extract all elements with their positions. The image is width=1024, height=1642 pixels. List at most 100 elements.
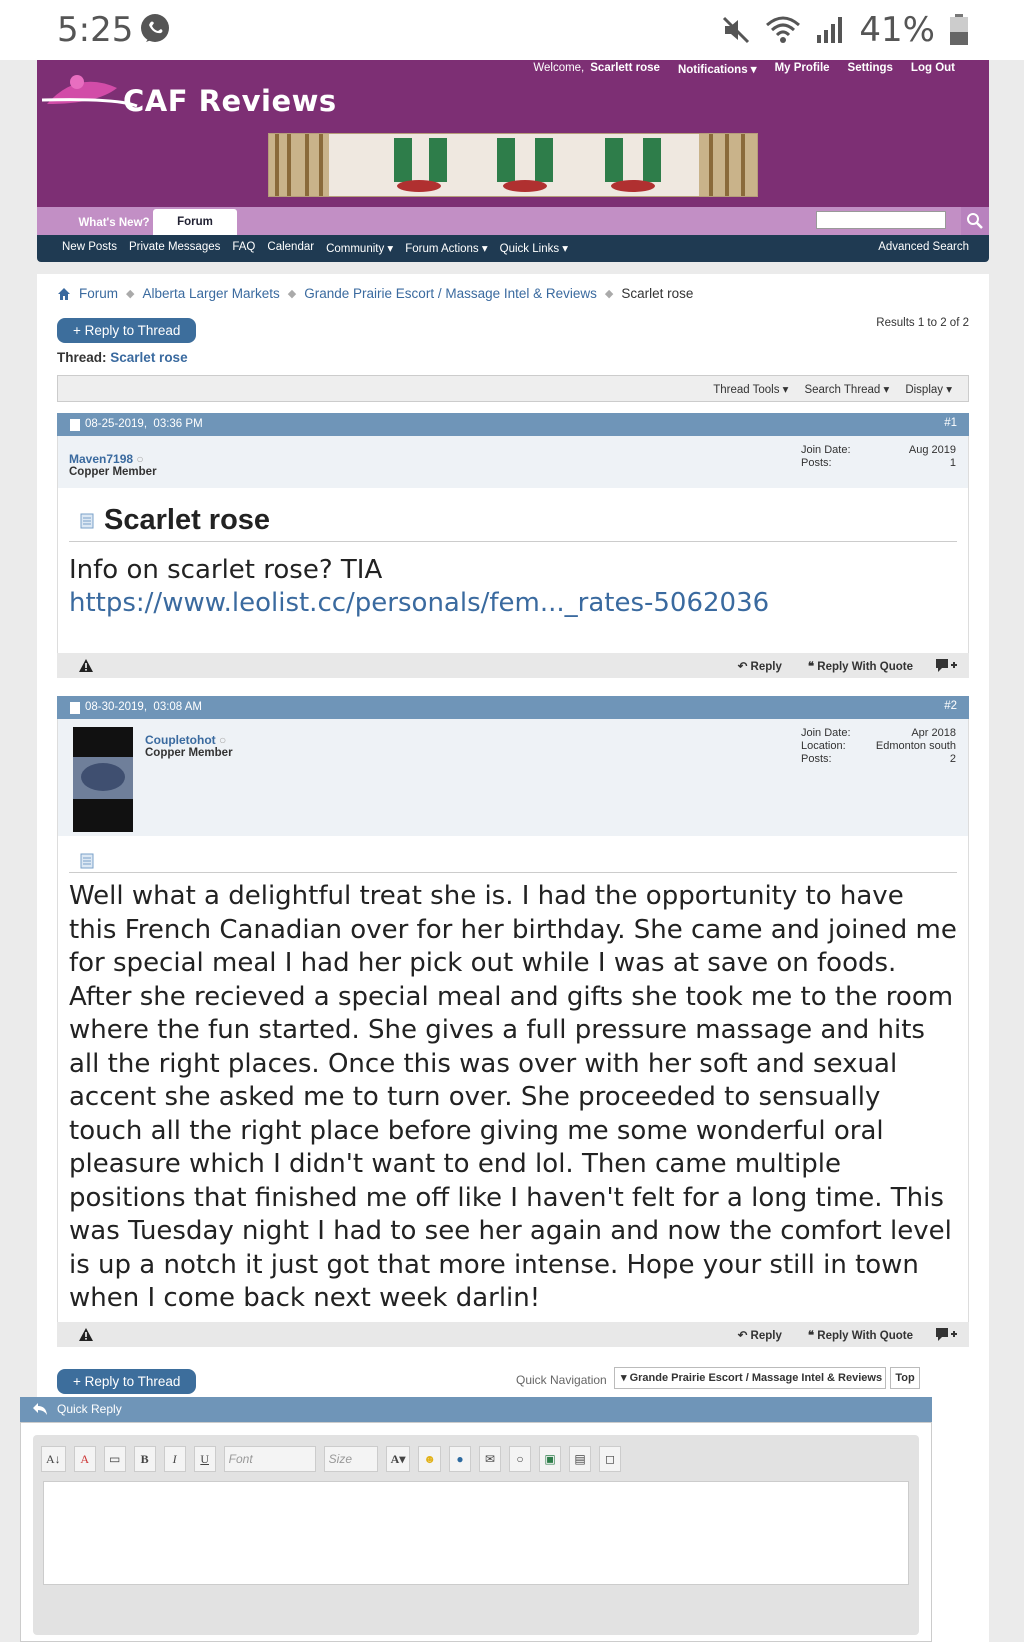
paste-icon[interactable]: ▭	[103, 1446, 126, 1472]
thread-tool-search-thread[interactable]: Search Thread ▾	[804, 382, 889, 396]
top-button[interactable]: Top	[890, 1367, 920, 1389]
thread-label: Thread:	[57, 350, 107, 365]
post-number-link[interactable]: #1	[944, 417, 957, 429]
underline-button[interactable]: U	[193, 1446, 216, 1472]
battery-icon	[950, 14, 968, 45]
subnav-item-quick-links[interactable]: Quick Links ▾	[500, 241, 568, 255]
font-select[interactable]: Font	[223, 1446, 316, 1472]
home-icon[interactable]	[57, 287, 71, 301]
signal-icon	[817, 17, 843, 43]
post-status-icon	[70, 702, 80, 714]
post-user-stats: Join Date: Aug 2019 Posts: 1	[801, 444, 956, 470]
user-stat-value: 2	[949, 753, 956, 765]
reply-to-thread-button[interactable]: + Reply to Thread	[57, 318, 197, 343]
thread-title-link[interactable]: Scarlet rose	[110, 350, 187, 365]
multi-quote-icon[interactable]	[935, 658, 957, 674]
unlink-icon[interactable]: ○	[509, 1446, 532, 1472]
quote-icon: ❝	[807, 661, 815, 673]
post-number-link[interactable]: #2	[944, 700, 957, 712]
notifications-label: Notifications	[677, 64, 748, 76]
quick-navigation-select[interactable]: ▾ Grande Prairie Escort / Massage Intel …	[614, 1367, 886, 1389]
remove-format-icon[interactable]: A	[73, 1446, 96, 1472]
user-stat-value: Aug 2019	[908, 444, 956, 456]
reply-arrow-icon	[33, 1403, 47, 1415]
quick-reply-header: Quick Reply	[20, 1397, 932, 1422]
post-header: 08-30-2019, 03:08 AM #2	[57, 696, 969, 719]
user-stat-value: Apr 2018	[911, 727, 956, 739]
breadcrumb-link[interactable]: Forum	[79, 286, 118, 301]
email-icon[interactable]: ✉	[479, 1446, 502, 1472]
post-title: Scarlet rose	[104, 504, 271, 536]
quick-reply-box: A↓ A ▭ B I U Font Size A▾ ☻ ● ✉ ○ ▣ ▤ ◻	[20, 1422, 932, 1642]
post-user-rank: Copper Member	[69, 466, 157, 478]
chevron-down-icon: ▾	[621, 1372, 627, 1384]
italic-button[interactable]: I	[163, 1446, 186, 1472]
text-color-icon[interactable]: A↓	[41, 1446, 66, 1472]
report-icon[interactable]	[79, 659, 93, 672]
breadcrumb-separator-icon: ◆	[604, 288, 614, 300]
logout-link[interactable]: Log Out	[911, 62, 955, 76]
user-stat-row: Location: Edmonton south	[801, 740, 956, 753]
link-icon[interactable]: ●	[449, 1446, 472, 1472]
user-stat-label: Posts:	[801, 457, 832, 469]
reply-with-quote-button[interactable]: ❝ Reply With Quote	[808, 1328, 913, 1342]
tab-forum[interactable]: Forum	[153, 209, 237, 235]
font-color-button[interactable]: A▾	[385, 1446, 411, 1472]
my-profile-link[interactable]: My Profile	[775, 62, 830, 76]
thread-tool-thread-tools[interactable]: Thread Tools ▾	[713, 382, 788, 396]
subnav-item-faq[interactable]: FAQ	[232, 241, 255, 255]
user-stat-value: Edmonton south	[875, 740, 956, 752]
search-button[interactable]	[961, 207, 989, 235]
post-user-stats: Join Date: Apr 2018 Location: Edmonton sout…	[801, 727, 956, 766]
post-userinfo: Coupletohot ○ Copper Member Join Date: Ap…	[57, 719, 969, 836]
settings-link[interactable]: Settings	[848, 62, 893, 76]
post-body: Scarlet rose Info on scarlet rose? TIA h…	[57, 488, 969, 653]
notifications-menu[interactable]: Notifications ▾	[678, 62, 757, 76]
post-footer: ↶ Reply ❝ Reply With Quote	[57, 1322, 969, 1347]
user-stat-row: Join Date: Apr 2018	[801, 727, 956, 740]
post-username[interactable]: Maven7198 ○	[69, 452, 144, 466]
report-icon[interactable]	[79, 1328, 93, 1341]
video-icon[interactable]: ▤	[569, 1446, 592, 1472]
subnav-item-private-messages[interactable]: Private Messages	[129, 241, 220, 255]
post-body: Well what a delightful treat she is. I h…	[57, 836, 969, 1322]
breadcrumb-link[interactable]: Alberta Larger Markets	[142, 286, 279, 301]
user-stat-label: Join Date:	[801, 727, 851, 739]
size-select[interactable]: Size	[323, 1446, 378, 1472]
subnav-item-community[interactable]: Community ▾	[326, 241, 393, 255]
editor-toolbar: A↓ A ▭ B I U Font Size A▾ ☻ ● ✉ ○ ▣ ▤ ◻	[41, 1445, 622, 1473]
document-icon	[80, 513, 94, 529]
sub-nav: New Posts Private Messages FAQ Calendar Comm…	[37, 235, 989, 262]
site-header: CAF Reviews Welcome, Scarlett rose Notif…	[37, 60, 989, 207]
smiley-icon[interactable]: ☻	[418, 1446, 442, 1472]
reply-to-thread-button-bottom[interactable]: + Reply to Thread	[57, 1369, 197, 1394]
image-icon[interactable]: ▣	[539, 1446, 562, 1472]
reply-with-quote-button[interactable]: ❝ Reply With Quote	[808, 659, 913, 673]
multi-quote-icon[interactable]	[935, 1327, 957, 1343]
breadcrumb-link[interactable]: Grande Prairie Escort / Massage Intel & …	[304, 286, 597, 301]
subnav-item-forum-actions[interactable]: Forum Actions ▾	[405, 241, 487, 255]
quote-icon[interactable]: ◻	[599, 1446, 622, 1472]
username-link[interactable]: Scarlett rose	[590, 62, 660, 76]
bold-button[interactable]: B	[133, 1446, 156, 1472]
logo-text: CAF Reviews	[123, 84, 337, 118]
reply-button[interactable]: ↶ Reply	[738, 659, 782, 673]
post-text: Well what a delightful treat she is. I h…	[69, 881, 957, 1313]
post-link[interactable]: https://www.leolist.cc/personals/fem..._…	[69, 588, 769, 618]
message-textarea[interactable]	[43, 1481, 909, 1585]
subnav-item-calendar[interactable]: Calendar	[267, 241, 314, 255]
post-1: 08-25-2019, 03:36 PM #1 Maven7198 ○ Copp…	[57, 413, 969, 678]
post-username[interactable]: Coupletohot ○	[145, 733, 226, 747]
post-text: Info on scarlet rose? TIA	[69, 555, 383, 585]
status-time: 5:25	[57, 10, 134, 50]
search-input[interactable]	[816, 211, 946, 229]
subnav-item-new-posts[interactable]: New Posts	[62, 241, 117, 255]
thread-tools: Thread Tools ▾ Search Thread ▾ Display ▾	[713, 382, 952, 396]
reply-button[interactable]: ↶ Reply	[738, 1328, 782, 1342]
breadcrumb-separator-icon: ◆	[287, 288, 297, 300]
reply-arrow-icon: ↶	[737, 661, 748, 673]
advanced-search-link[interactable]: Advanced Search	[878, 241, 969, 253]
thread-tool-display[interactable]: Display ▾	[905, 382, 952, 396]
avatar[interactable]	[73, 727, 133, 832]
document-icon	[80, 853, 94, 869]
